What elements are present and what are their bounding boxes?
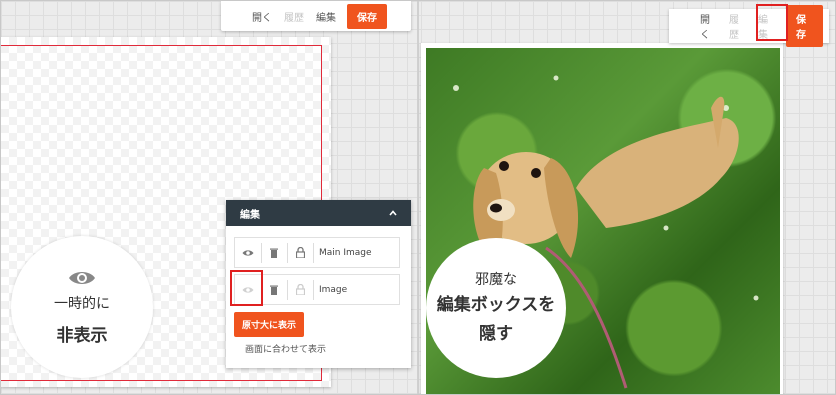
callout-line1: 邪魔な [475, 272, 517, 288]
right-toolbar: 開く 履歴 編集 保存 [669, 5, 829, 47]
highlight-edit-button [756, 4, 788, 41]
edit-panel-title: 編集 [240, 209, 260, 221]
eye-icon[interactable] [239, 243, 257, 263]
history-button[interactable]: 履歴 [279, 6, 309, 27]
eye-icon [68, 269, 96, 291]
fit-screen-link[interactable]: 画面に合わせて表示 [245, 342, 326, 355]
layer-label: Image [319, 284, 348, 295]
row-separator [287, 279, 288, 300]
edit-panel-header[interactable]: 編集 [226, 200, 411, 226]
hide-box-callout: 邪魔な 編集ボックスを 隠す [426, 238, 566, 378]
callout-line2: 編集ボックスを [436, 295, 556, 315]
open-button[interactable]: 開く [247, 6, 277, 27]
lock-icon[interactable] [291, 280, 309, 300]
layer-label: Main Image [319, 247, 372, 258]
save-button[interactable]: 保存 [786, 5, 823, 47]
callout-line1: 一時的に [54, 295, 110, 312]
row-separator [287, 242, 288, 263]
row-separator [313, 242, 314, 263]
save-button[interactable]: 保存 [347, 3, 387, 29]
history-button[interactable]: 履歴 [724, 8, 751, 44]
open-button[interactable]: 開く [695, 8, 722, 44]
highlight-eye-toggle [230, 270, 263, 306]
callout-line3: 隠す [479, 324, 513, 344]
lock-icon[interactable] [291, 243, 309, 263]
callout-line2: 非表示 [56, 325, 108, 346]
left-toolbar: 開く 履歴 編集 保存 [221, 1, 411, 31]
row-separator [313, 279, 314, 300]
hide-callout: 一時的に 非表示 [11, 236, 153, 378]
trash-icon[interactable] [265, 243, 283, 263]
screenshot-frame: 開く 履歴 編集 保存 一時的に 非表示 編集 Main Image Image… [0, 0, 836, 395]
split-divider [417, 1, 419, 394]
layer-row-main-image[interactable]: Main Image [234, 237, 400, 268]
actual-size-button[interactable]: 原寸大に表示 [234, 312, 305, 337]
chevron-up-icon[interactable] [389, 208, 397, 219]
row-separator [261, 242, 262, 263]
trash-icon[interactable] [265, 280, 283, 300]
edit-button[interactable]: 編集 [311, 6, 341, 27]
